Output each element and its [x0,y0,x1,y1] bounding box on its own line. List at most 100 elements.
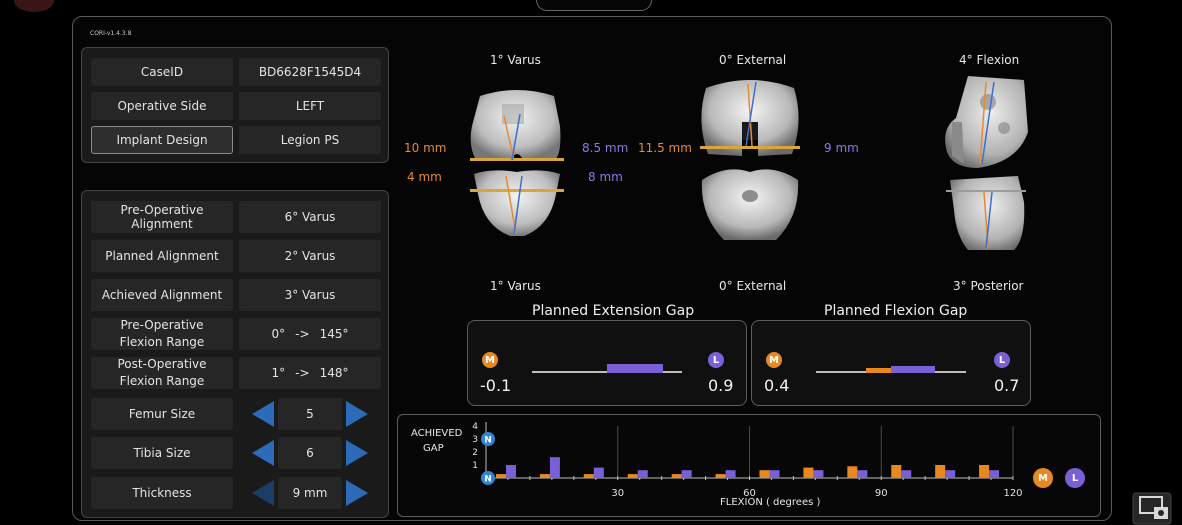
chart-bar-lateral [593,467,604,478]
side-view-bottom-label: 3° Posterior [953,279,1024,293]
axial-view-bottom-label: 0° External [719,279,787,293]
chart-bar-medial [671,474,682,478]
chart-ylabel-2: GAP [423,443,444,454]
tibia-size-decrease-button[interactable] [252,440,274,466]
axial-knee-image [700,80,800,240]
pre-op-alignment-label: Pre-Operative Alignment [91,201,233,233]
post-op-flexion-arrow: -> [295,366,310,380]
app-logo [14,0,54,12]
thickness-decrease-button[interactable] [252,480,274,506]
screenshot-icon[interactable] [1132,492,1172,525]
chart-bar-medial [583,474,594,478]
extension-lateral-badge: L [708,352,724,368]
chart-bar-lateral [901,470,912,478]
lateral-tibia-measure: 8 mm [588,170,623,184]
femur-size-value: 5 [278,398,342,430]
chart-bar-lateral [857,470,868,478]
front-view-bottom-label: 1° Varus [490,279,541,293]
tibia-size-value: 6 [278,437,342,469]
medial-extension-measure: 10 mm [404,141,447,155]
chart-bar-medial [715,474,726,478]
chart-bar-medial [759,470,770,478]
implant-design-button[interactable]: Implant Design [91,126,233,154]
chart-bar-medial [539,474,550,478]
chart-bar-lateral [637,470,648,478]
planned-alignment-value: 2° Varus [239,240,381,272]
chart-x-tick-label: 90 [875,488,888,499]
chart-bar-medial [627,474,638,478]
flexion-lateral-badge: L [994,352,1010,368]
chart-legend-lateral-badge: L [1065,468,1085,488]
caseid-value: BD6628F1545D4 [239,58,381,86]
pre-op-flexion-to: 145° [319,327,349,341]
lateral-extension-measure: 8.5 mm [582,141,629,155]
extension-medial-value: -0.1 [480,376,512,395]
chart-bar-medial [979,465,990,478]
chart-bar-medial [803,467,814,478]
pre-op-flexion-from: 0° [271,327,286,341]
chart-bar-lateral [549,457,560,478]
sagittal-knee-image [945,76,1028,250]
flexion-gap-panel: M L 0.4 0.7 [751,320,1031,406]
pre-op-alignment-value: 6° Varus [239,201,381,233]
femur-size-label: Femur Size [91,398,233,430]
femur-size-decrease-button[interactable] [252,401,274,427]
thickness-label: Thickness [91,477,233,509]
post-op-flexion-to: 148° [319,366,349,380]
chart-bar-lateral [945,470,956,478]
medial-tibia-measure: 4 mm [407,170,442,184]
achieved-alignment-value: 3° Varus [239,279,381,311]
side-view-top-label: 4° Flexion [959,53,1020,67]
chart-bar-medial [496,474,506,478]
caseid-label: CaseID [91,58,233,86]
implant-design-value: Legion PS [239,126,381,154]
medial-flexion-measure: 11.5 mm [638,141,692,155]
flexion-medial-value: 0.4 [764,376,790,395]
front-view-top-label: 1° Varus [490,53,541,67]
chart-bar-lateral [813,470,824,478]
top-tab[interactable] [536,0,652,11]
case-info-box: CaseID BD6628F1545D4 Operative Side LEFT… [81,47,389,163]
chart-y-tick-label: 2 [472,448,478,458]
flexion-lateral-bar [891,366,935,373]
chart-x-tick-label: 120 [1003,488,1022,499]
flexion-medial-bar [866,368,891,373]
chart-neutral-badge-label: N [484,475,492,485]
extension-medial-badge: M [482,352,498,368]
pre-op-flexion-arrow: -> [295,327,310,341]
extension-lateral-value: 0.9 [708,376,734,395]
chart-bar-medial [935,465,946,478]
tibia-size-increase-button[interactable] [346,440,368,466]
extension-gap-panel: M L -0.1 0.9 [467,320,747,406]
post-op-flexion-from: 1° [271,366,286,380]
chart-neutral-badge-label: N [484,436,492,446]
achieved-gap-chart: 30 60 90 1204321NN [472,422,1023,499]
chart-ylabel-1: ACHIEVED [411,428,463,439]
extension-lateral-bar [607,364,664,373]
lateral-flexion-measure: 9 mm [824,141,859,155]
chart-bar-lateral [681,470,692,478]
chart-x-tick-label: 60 [743,488,756,499]
chart-x-tick-label: 30 [611,488,624,499]
flexion-gap-title: Planned Flexion Gap [824,303,968,319]
chart-bar-medial [847,466,858,478]
chart-y-tick-label: 1 [472,461,478,471]
chart-bar-lateral [769,470,780,478]
femur-size-increase-button[interactable] [346,401,368,427]
post-op-flexion-label: Post-Operative Flexion Range [91,357,233,389]
post-op-flexion-value: 1° -> 148° [239,357,381,389]
version-label: CORI-v1.4.3.8 [90,30,132,37]
operative-side-label: Operative Side [91,92,233,120]
chart-bar-lateral [506,465,516,478]
chart-bar-medial [891,465,902,478]
pre-op-flexion-label: Pre-Operative Flexion Range [91,318,233,350]
chart-y-tick-label: 3 [472,435,478,445]
tibia-size-label: Tibia Size [91,437,233,469]
flexion-lateral-value: 0.7 [994,376,1020,395]
chart-y-tick-label: 4 [472,422,478,432]
achieved-alignment-label: Achieved Alignment [91,279,233,311]
operative-side-value: LEFT [239,92,381,120]
alignment-box: Pre-Operative Alignment 6° Varus Planned… [81,190,389,518]
pre-op-flexion-value: 0° -> 145° [239,318,381,350]
thickness-increase-button[interactable] [346,480,368,506]
